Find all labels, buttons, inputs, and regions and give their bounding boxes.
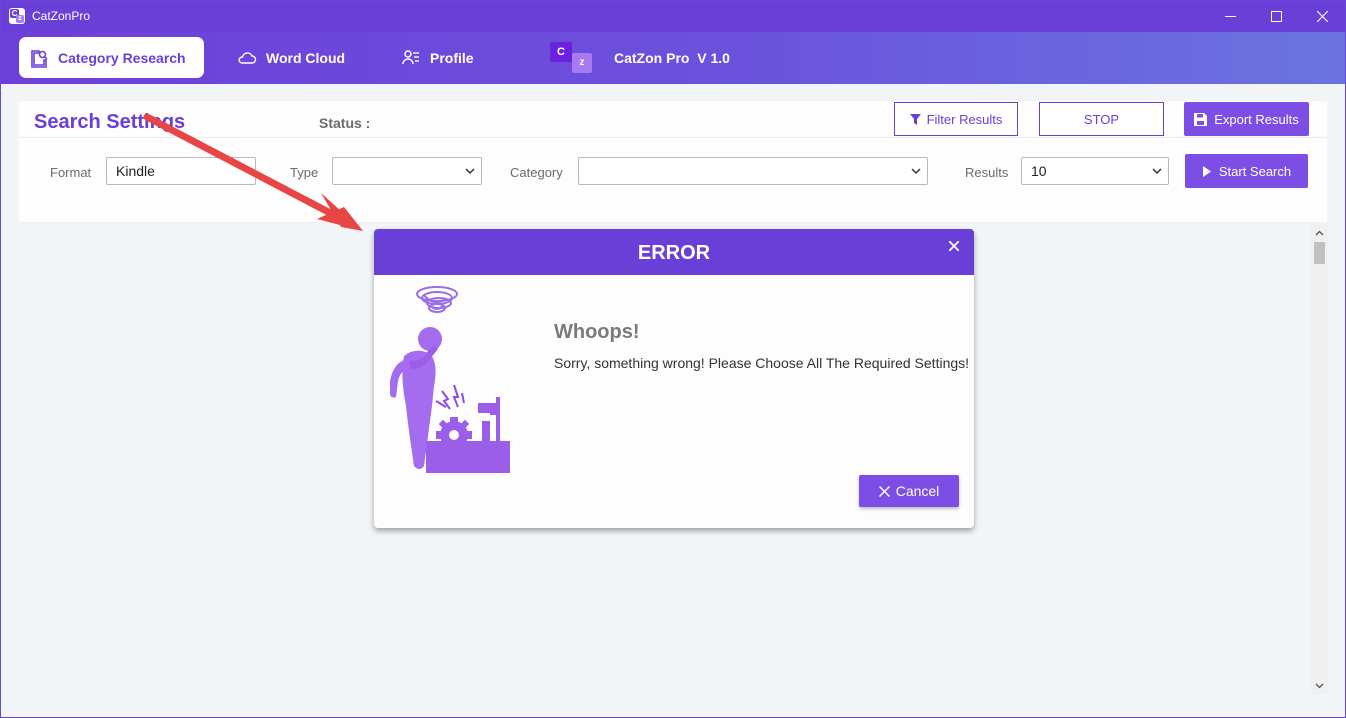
nav-bar: Category Research Word Cloud Profile C z… (1, 32, 1345, 84)
filter-results-label: Filter Results (926, 111, 1003, 127)
maximize-button[interactable] (1253, 1, 1299, 32)
app-logo-icon: C z (9, 8, 25, 24)
format-label: Format (50, 165, 92, 180)
chevron-down-icon (1315, 683, 1324, 688)
type-label: Type (290, 165, 319, 180)
maximize-icon (1270, 11, 1282, 22)
app-logo-letter-z: z (16, 15, 24, 23)
tab-profile-label: Profile (430, 49, 474, 66)
tab-category-research[interactable]: Category Research (19, 37, 204, 78)
scroll-thumb[interactable] (1314, 242, 1325, 264)
format-select-value: Kindle (116, 163, 155, 179)
play-icon (1202, 165, 1211, 177)
format-select[interactable]: Kindle (106, 157, 256, 185)
minimize-icon (1224, 16, 1236, 17)
chevron-up-icon (1315, 230, 1324, 235)
profile-icon (401, 48, 421, 68)
scroll-down-button[interactable] (1311, 677, 1328, 694)
title-bar: C z CatZonPro (1, 1, 1345, 32)
start-search-label: Start Search (1218, 163, 1292, 179)
results-select-value: 10 (1031, 163, 1047, 179)
window-title: CatZonPro (32, 9, 91, 23)
error-heading: Whoops! (554, 321, 640, 343)
brand-logo-letter-c: C (550, 42, 572, 62)
tab-word-cloud[interactable]: Word Cloud (237, 37, 345, 78)
save-icon (1194, 112, 1208, 126)
brand-logo-letter-z: z (572, 53, 592, 73)
cloud-icon (237, 48, 257, 68)
type-select[interactable] (332, 157, 482, 185)
brand-logo-icon: C z (550, 42, 594, 74)
close-icon (949, 241, 959, 251)
error-dialog-header: ERROR (374, 229, 974, 275)
panel-header: Search Settings Status : Filter Results … (19, 101, 1327, 138)
category-label: Category (510, 165, 563, 180)
chevron-down-icon (911, 168, 921, 175)
export-results-label: Export Results (1214, 111, 1299, 127)
results-label: Results (965, 165, 1009, 180)
minimize-button[interactable] (1207, 1, 1253, 32)
stop-button[interactable]: STOP (1039, 102, 1164, 136)
category-research-icon (29, 48, 49, 68)
panel-title: Search Settings (34, 111, 186, 133)
close-window-button[interactable] (1299, 1, 1345, 32)
category-select[interactable] (578, 157, 928, 185)
results-select[interactable]: 10 (1021, 157, 1169, 185)
error-message: Sorry, something wrong! Please Choose Al… (554, 355, 970, 371)
tab-word-cloud-label: Word Cloud (266, 49, 346, 66)
chevron-down-icon (465, 168, 475, 175)
error-dialog-title: ERROR (637, 242, 711, 264)
cancel-button[interactable]: Cancel (859, 475, 959, 507)
scroll-up-button[interactable] (1311, 224, 1328, 241)
chevron-down-icon (1152, 168, 1162, 175)
tab-profile[interactable]: Profile (401, 37, 474, 78)
error-dialog: ERROR Whoops! Sorry, something wrong! Pl… (374, 229, 974, 528)
tab-category-research-label: Category Research (58, 49, 186, 66)
start-search-button[interactable]: Start Search (1185, 154, 1308, 188)
cancel-label: Cancel (895, 483, 940, 499)
stop-label: STOP (1083, 111, 1120, 127)
filter-results-button[interactable]: Filter Results (894, 102, 1018, 136)
app-window: C z CatZonPro Category Research Word Clo… (0, 0, 1346, 718)
status-label: Status : (319, 115, 371, 131)
export-results-button[interactable]: Export Results (1184, 102, 1309, 136)
close-icon (1316, 11, 1328, 22)
frustrated-person-illustration-icon (390, 286, 510, 473)
filter-icon (909, 113, 921, 125)
close-icon (878, 485, 890, 497)
dialog-close-button[interactable] (946, 238, 962, 254)
brand-name: CatZon Pro V 1.0 (614, 50, 730, 66)
results-scrollbar[interactable] (1311, 224, 1328, 694)
search-settings-panel: Search Settings Status : Filter Results … (19, 101, 1327, 223)
